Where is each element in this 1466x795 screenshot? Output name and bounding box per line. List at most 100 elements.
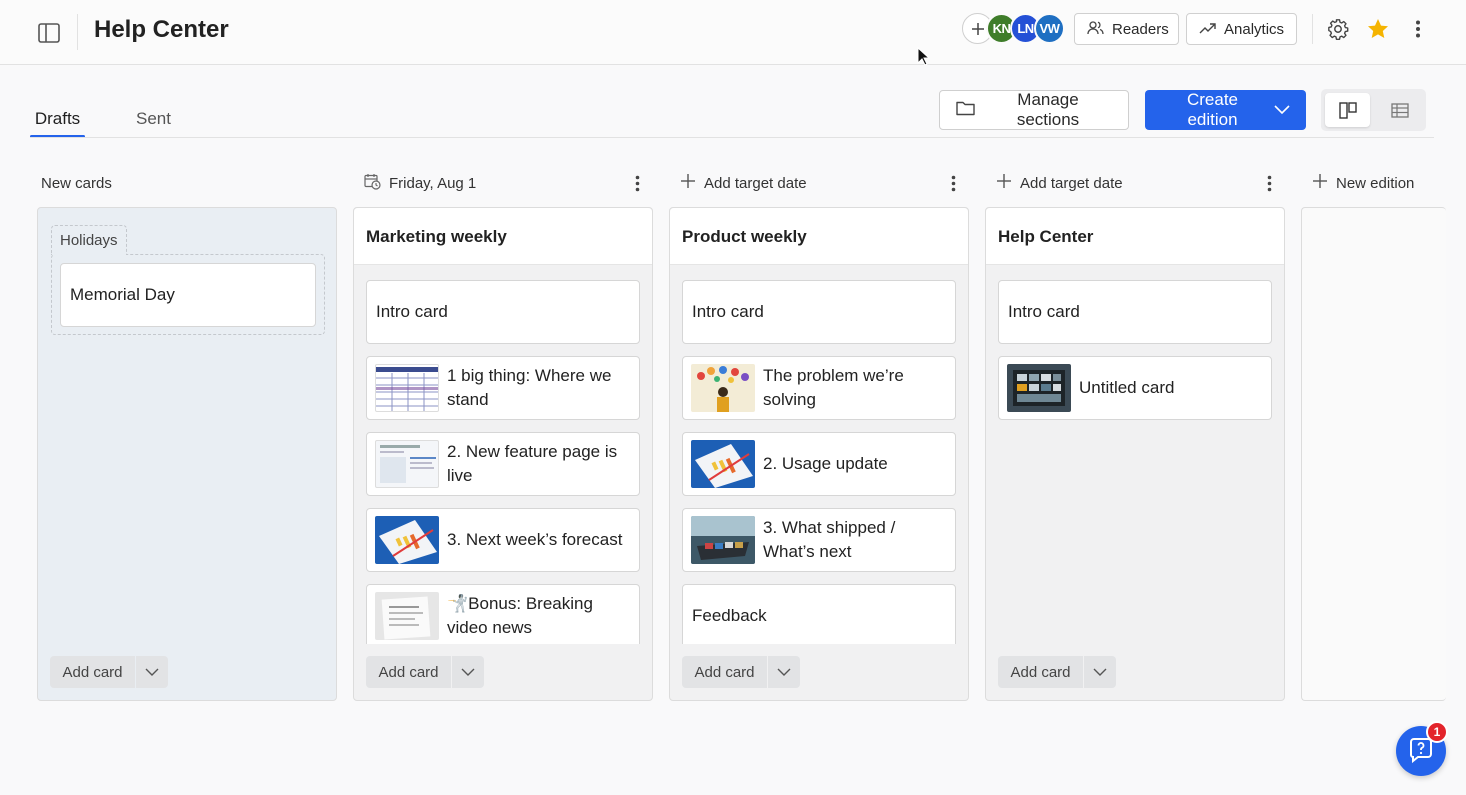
folder-icon <box>956 100 975 121</box>
card-intro[interactable]: Intro card <box>682 280 956 344</box>
chevron-down-icon[interactable] <box>768 656 800 688</box>
manage-sections-button[interactable]: Manage sections <box>939 90 1129 130</box>
new-cards-header: New cards <box>41 174 112 192</box>
card-feedback[interactable]: Feedback <box>682 584 956 644</box>
card-title: Intro card <box>376 302 448 321</box>
trend-icon <box>1199 21 1216 38</box>
add-target-date-button[interactable]: Add target date <box>996 170 1123 196</box>
new-edition-label: New edition <box>1336 174 1415 192</box>
sidebar-toggle-icon[interactable] <box>37 21 61 45</box>
people-icon <box>1087 20 1104 39</box>
card-title: Untitled card <box>1079 378 1175 397</box>
edition-title[interactable]: Help Center <box>998 227 1093 247</box>
view-toggle <box>1321 89 1426 131</box>
add-target-date-button[interactable]: Add target date <box>680 170 807 196</box>
holidays-group-label[interactable]: Holidays <box>51 225 127 255</box>
card-problem[interactable]: The problem we’re solving <box>682 356 956 420</box>
card-what-shipped[interactable]: 3. What shipped / What’s next <box>682 508 956 572</box>
card-list: Intro card The problem we’re solving 2. … <box>682 280 956 644</box>
top-bar: Help Center KN LN VW Readers Analytics <box>0 0 1466 65</box>
edition-column-product: Product weekly Intro card The problem we… <box>669 207 969 701</box>
card-title: 2. Usage update <box>763 454 888 473</box>
card-thumbnail <box>375 364 439 412</box>
avatar[interactable]: VW <box>1034 13 1065 44</box>
analytics-button[interactable]: Analytics <box>1186 13 1297 45</box>
edition-column-help-center: Help Center Intro card Untitled card Add… <box>985 207 1285 701</box>
add-target-date-label: Add target date <box>1020 174 1123 192</box>
new-cards-column: Holidays Memorial Day Add card <box>37 207 337 701</box>
calendar-clock-icon <box>364 173 381 194</box>
card-bonus-video[interactable]: 🤺️Bonus: Breaking video news <box>366 584 640 644</box>
divider <box>77 14 78 50</box>
card-usage-update[interactable]: 2. Usage update <box>682 432 956 496</box>
add-card-button[interactable]: Add card <box>998 656 1083 688</box>
chevron-down-icon <box>1274 100 1290 120</box>
add-card-button[interactable]: Add card <box>50 656 135 688</box>
add-card-button[interactable]: Add card <box>682 656 767 688</box>
plus-icon <box>1312 173 1328 193</box>
add-card-control: Add card <box>998 656 1116 688</box>
card-title: 1 big thing: Where we stand <box>447 366 612 409</box>
divider <box>1312 14 1313 44</box>
card-title: Feedback <box>692 606 767 625</box>
manage-sections-label: Manage sections <box>1016 90 1080 129</box>
card-new-feature[interactable]: 2. New feature page is live <box>366 432 640 496</box>
tabs-divider <box>30 137 1434 138</box>
tab-drafts[interactable]: Drafts <box>30 100 85 138</box>
collaborators: KN LN VW <box>962 13 1072 44</box>
mouse-cursor-icon <box>917 47 931 66</box>
card-thumbnail <box>375 440 439 488</box>
add-card-control: Add card <box>366 656 484 688</box>
target-date-button[interactable]: Friday, Aug 1 <box>364 170 476 196</box>
card-thumbnail <box>691 364 755 412</box>
card-untitled[interactable]: Untitled card <box>998 356 1272 420</box>
new-edition-button[interactable]: New edition <box>1312 170 1414 196</box>
chevron-down-icon[interactable] <box>136 656 168 688</box>
card-list: Intro card 1 big thing: Where we stand 2… <box>366 280 640 644</box>
edition-title[interactable]: Product weekly <box>682 227 807 247</box>
card-thumbnail <box>1007 364 1071 412</box>
card-title: The problem we’re solving <box>763 366 904 409</box>
card-big-thing[interactable]: 1 big thing: Where we stand <box>366 356 640 420</box>
card-intro[interactable]: Intro card <box>366 280 640 344</box>
card-intro[interactable]: Intro card <box>998 280 1272 344</box>
card-title: 3. Next week’s forecast <box>447 530 623 549</box>
page-title: Help Center <box>94 16 229 43</box>
card-title: 🤺️Bonus: Breaking video news <box>447 594 593 637</box>
card-title: Intro card <box>692 302 764 321</box>
add-card-control: Add card <box>50 656 168 688</box>
board-view-icon[interactable] <box>1325 93 1370 127</box>
chevron-down-icon[interactable] <box>452 656 484 688</box>
star-icon[interactable] <box>1366 16 1390 42</box>
plus-icon <box>996 173 1012 193</box>
column-menu-icon[interactable] <box>1260 172 1278 194</box>
card-thumbnail <box>375 592 439 640</box>
readers-label: Readers <box>1112 20 1169 38</box>
column-title-area: Product weekly <box>670 208 968 265</box>
readers-button[interactable]: Readers <box>1074 13 1179 45</box>
card-forecast[interactable]: 3. Next week’s forecast <box>366 508 640 572</box>
notification-badge: 1 <box>1426 721 1448 743</box>
column-title-area: Marketing weekly <box>354 208 652 265</box>
more-vertical-icon[interactable] <box>1406 16 1430 42</box>
plus-icon <box>680 173 696 193</box>
card-title: 2. New feature page is live <box>447 442 618 485</box>
column-menu-icon[interactable] <box>944 172 962 194</box>
empty-edition-column <box>1301 207 1446 701</box>
add-card-button[interactable]: Add card <box>366 656 451 688</box>
create-edition-label: Create edition <box>1186 90 1239 129</box>
card-list: Intro card Untitled card <box>998 280 1272 644</box>
create-edition-button[interactable]: Create edition <box>1145 90 1306 130</box>
edition-column-marketing: Marketing weekly Intro card 1 big thing:… <box>353 207 653 701</box>
edition-title[interactable]: Marketing weekly <box>366 227 507 247</box>
gear-icon[interactable] <box>1326 16 1350 42</box>
card-memorial-day[interactable]: Memorial Day <box>60 263 316 327</box>
table-view-icon[interactable] <box>1377 93 1422 127</box>
add-target-date-label: Add target date <box>704 174 807 192</box>
chevron-down-icon[interactable] <box>1084 656 1116 688</box>
card-title: 3. What shipped / What’s next <box>763 518 896 561</box>
card-title: Intro card <box>1008 302 1080 321</box>
column-menu-icon[interactable] <box>628 172 646 194</box>
tab-sent[interactable]: Sent <box>136 100 171 138</box>
add-card-control: Add card <box>682 656 800 688</box>
